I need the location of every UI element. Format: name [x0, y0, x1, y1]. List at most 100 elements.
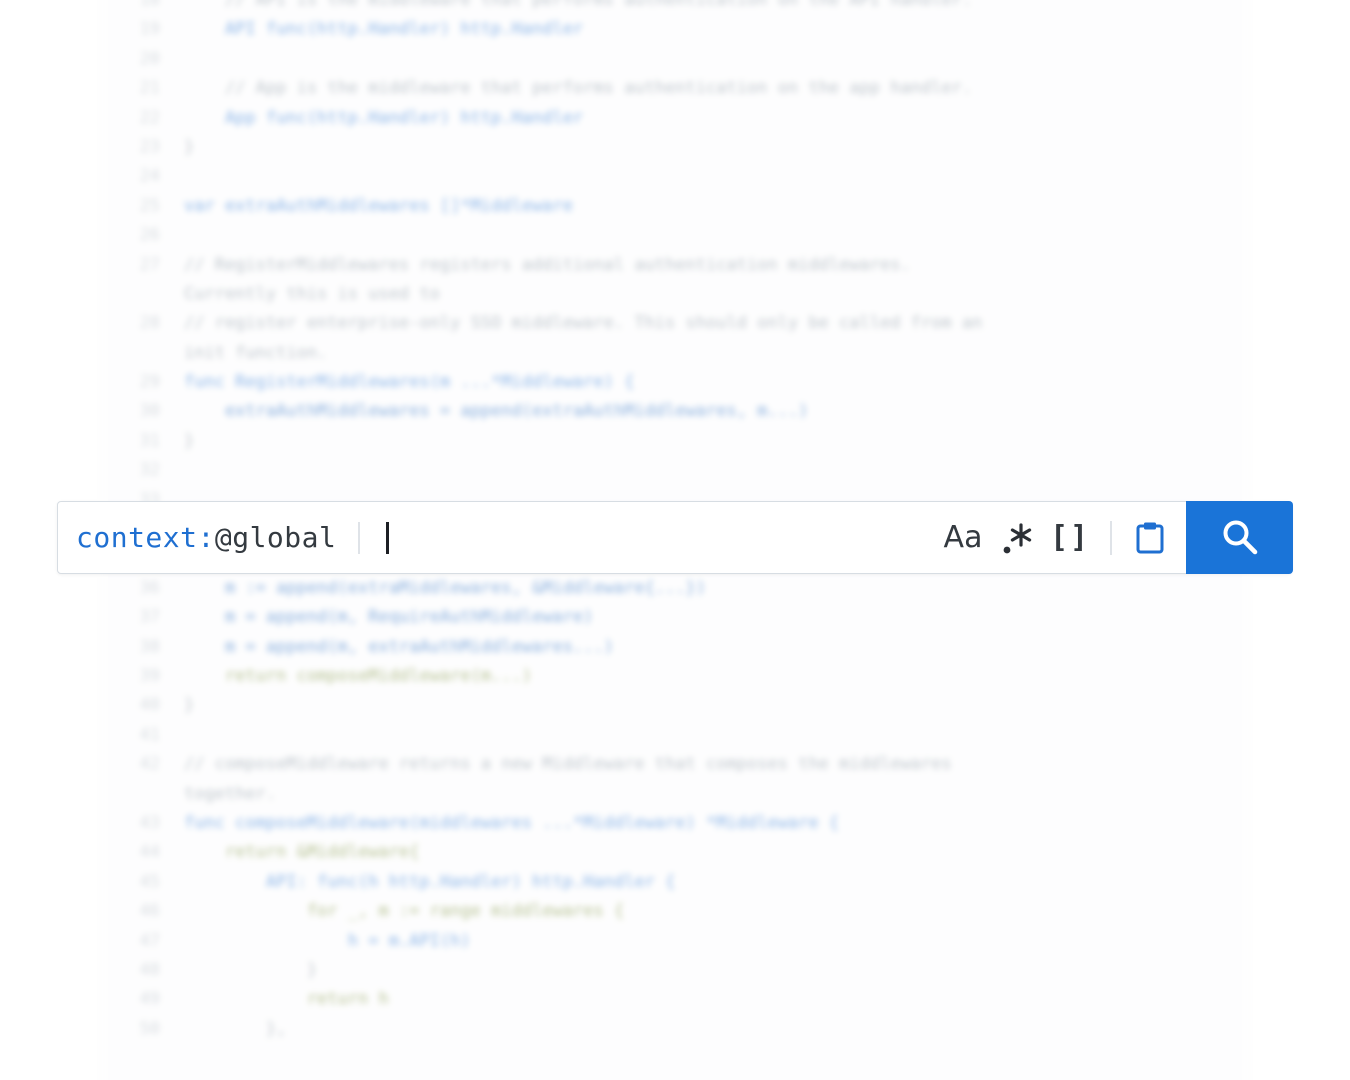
search-toggles: Aa [] [938, 502, 1186, 573]
code-line: 24 [100, 162, 1250, 191]
code-text: }, [184, 1018, 287, 1039]
code-text: init function. [184, 342, 328, 363]
code-text: // composeMiddleware returns a new Middl… [184, 754, 952, 775]
code-text: together. [184, 783, 277, 804]
line-number: 29 [139, 372, 160, 393]
code-line: 36 m := append(extraMiddlewares, &Middle… [100, 574, 1250, 603]
code-line: 48 } [100, 956, 1250, 985]
code-text: func composeMiddleware(middlewares ...*M… [184, 812, 840, 833]
code-text: } [184, 959, 318, 980]
code-text: h = m.API(h) [184, 930, 471, 951]
search-submit-button[interactable] [1186, 500, 1293, 574]
code-line: 41 [100, 721, 1250, 750]
context-filter-value[interactable]: @global [215, 521, 337, 554]
line-number: 27 [139, 254, 160, 275]
code-line: 49 return h [100, 985, 1250, 1014]
line-number: 46 [139, 901, 160, 922]
code-text: var extraAuthMiddlewares []*Middleware [184, 195, 573, 216]
line-number: 47 [139, 930, 160, 951]
code-text: m := append(extraMiddlewares, &Middlewar… [184, 577, 706, 598]
case-sensitivity-label: Aa [943, 520, 983, 555]
search-input[interactable] [389, 520, 874, 555]
line-number: 31 [139, 430, 160, 451]
case-sensitivity-toggle[interactable]: Aa [938, 514, 988, 562]
code-text: m = append(m, RequireAuthMiddleware) [184, 607, 594, 628]
code-line: 23} [100, 133, 1250, 162]
code-text: // App is the middleware that performs a… [184, 78, 973, 99]
toggle-separator [1110, 520, 1112, 555]
line-number: 20 [139, 48, 160, 69]
code-text: for _, m := range middlewares { [184, 901, 625, 922]
context-filter-key: context: [76, 521, 215, 554]
search-query-area[interactable]: context: @global [58, 502, 938, 573]
line-number: 21 [139, 78, 160, 99]
search-bar: context: @global Aa [] [57, 500, 1293, 574]
line-number: 38 [139, 636, 160, 657]
structural-search-label: [] [1049, 520, 1091, 555]
line-number: 25 [139, 195, 160, 216]
code-text: m = append(m, extraAuthMiddlewares...) [184, 636, 614, 657]
code-text: func RegisterMiddlewares(m ...*Middlewar… [184, 372, 635, 393]
code-line: 50 }, [100, 1015, 1250, 1044]
code-line: 37 m = append(m, RequireAuthMiddleware) [100, 603, 1250, 632]
regex-icon [1003, 522, 1032, 553]
line-number: 44 [139, 842, 160, 863]
code-line: 19 API func(http.Handler) http.Handler [100, 15, 1250, 44]
code-line: together. [100, 780, 1250, 809]
clipboard-icon [1136, 522, 1164, 553]
context-separator [358, 521, 361, 554]
code-line: 40} [100, 691, 1250, 720]
stage: 18 // API is the middleware that perform… [0, 0, 1350, 1080]
code-line: 25 var extraAuthMiddlewares []*Middleware [100, 192, 1250, 221]
code-line: 18 // API is the middleware that perform… [100, 0, 1250, 15]
code-line: 38 m = append(m, extraAuthMiddlewares...… [100, 633, 1250, 662]
code-text: } [184, 695, 195, 716]
code-text: App func(http.Handler) http.Handler [184, 107, 584, 128]
code-line: 29 func RegisterMiddlewares(m ...*Middlew… [100, 368, 1250, 397]
code-text: // register enterprise-only SSO middlewa… [184, 313, 983, 334]
line-number: 41 [139, 724, 160, 745]
code-text: } [184, 430, 195, 451]
code-text: } [184, 136, 195, 157]
code-text: return composeMiddleware(m...) [184, 665, 532, 686]
code-text: API: func(h http.Handler) http.Handler { [184, 871, 676, 892]
code-line: 28 // register enterprise-only SSO middle… [100, 309, 1250, 338]
code-text: // API is the middleware that performs a… [184, 0, 973, 10]
code-text: return h [184, 989, 389, 1010]
structural-search-toggle[interactable]: [] [1046, 514, 1094, 562]
line-number: 42 [139, 754, 160, 775]
line-number: 48 [139, 959, 160, 980]
line-number: 30 [139, 401, 160, 422]
code-text: API func(http.Handler) http.Handler [184, 19, 584, 40]
line-number: 36 [139, 577, 160, 598]
code-line: 45 API: func(h http.Handler) http.Handle… [100, 868, 1250, 897]
code-line: 22 App func(http.Handler) http.Handler [100, 104, 1250, 133]
line-number: 24 [139, 166, 160, 187]
code-line: 44 return &Middleware{ [100, 838, 1250, 867]
code-line: 42 // composeMiddleware returns a new Mid… [100, 750, 1250, 779]
code-line: 20 [100, 45, 1250, 74]
code-line: 27 // RegisterMiddlewares registers addit… [100, 251, 1250, 280]
line-number: 45 [139, 871, 160, 892]
line-number: 23 [139, 136, 160, 157]
code-line: 47 h = m.API(h) [100, 927, 1250, 956]
code-line: 21 // App is the middleware that perform… [100, 74, 1250, 103]
code-line: 30 extraAuthMiddlewares = append(extraAu… [100, 397, 1250, 426]
code-line: 32 [100, 456, 1250, 485]
regex-toggle[interactable] [994, 514, 1040, 562]
line-number: 28 [139, 313, 160, 334]
code-line: 46 for _, m := range middlewares { [100, 897, 1250, 926]
line-number: 22 [139, 107, 160, 128]
line-number: 40 [139, 695, 160, 716]
search-icon [1223, 520, 1257, 555]
code-text: // RegisterMiddlewares registers additio… [184, 254, 911, 275]
code-line: 43 func composeMiddleware(middlewares ...… [100, 809, 1250, 838]
copy-query-button[interactable] [1124, 514, 1176, 562]
code-text: Currently this is used to [184, 283, 440, 304]
code-line: 31} [100, 427, 1250, 456]
line-number: 49 [139, 989, 160, 1010]
line-number: 32 [139, 460, 160, 481]
line-number: 43 [139, 812, 160, 833]
code-line: Currently this is used to [100, 280, 1250, 309]
code-line: init function. [100, 339, 1250, 368]
